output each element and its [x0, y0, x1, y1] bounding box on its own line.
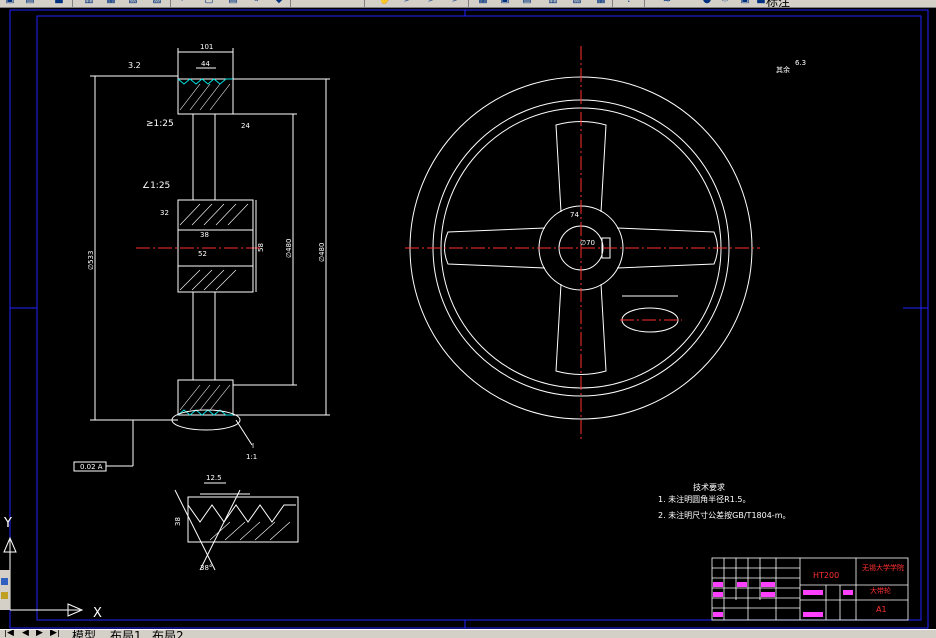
separator: [612, 0, 613, 7]
help-icon[interactable]: ?: [622, 0, 636, 6]
layer-manager-icon[interactable]: ≋: [660, 0, 674, 6]
save-icon[interactable]: ■: [52, 0, 66, 6]
cut-icon[interactable]: ✂: [178, 0, 192, 6]
left-command-strip: [0, 570, 10, 610]
layer-name-label[interactable]: 标注: [766, 0, 790, 7]
taper-2: ∠1:25: [142, 181, 170, 191]
ucs-icon: [3, 536, 84, 617]
title-block-magenta: [713, 582, 853, 617]
calculator-icon[interactable]: ▦: [594, 0, 608, 6]
top-toolbar: ▣ ▤ ■ ▥ ▦ ▧ ▨ ✂ ▢ ▤ ✎ ◆ ↶ ↷ ✋ ⌕ ⌕ ⌕ ▦ ▣ …: [0, 0, 936, 8]
layer-lock-icon[interactable]: ▣: [738, 0, 752, 6]
groove-detail: [174, 482, 299, 571]
separator: [72, 0, 73, 7]
drawing-name: 大带轮: [870, 586, 891, 595]
dim-e: 74: [570, 211, 579, 219]
ucs-y-label: Y: [3, 516, 12, 531]
material: HT200: [813, 571, 839, 580]
drawing-svg[interactable]: 101 44 3.2 ≥1:25 ∠1:25 32 38 52 24 ∅533 …: [0, 8, 936, 629]
dim-dia-big: ∅533: [87, 251, 95, 270]
preview-icon[interactable]: ▦: [104, 0, 118, 6]
dim-rim-width: 101: [200, 43, 213, 51]
match-prop-icon[interactable]: ✎: [248, 0, 262, 6]
section-label: I: [252, 442, 254, 450]
section-scale: 1:1: [246, 453, 257, 461]
markup-icon[interactable]: ▧: [570, 0, 584, 6]
command-icon[interactable]: [1, 578, 8, 585]
dim-f: 24: [241, 122, 250, 130]
taper-1: ≥1:25: [146, 119, 174, 129]
zoom-window-icon[interactable]: ⌕: [424, 0, 438, 6]
dim-dia-small: ∅480: [285, 239, 293, 258]
tech-item-1: 1. 未注明圆角半径R1.5。: [658, 494, 750, 504]
groove-top: [177, 78, 233, 85]
hub-bore-dim: ∅70: [580, 239, 595, 247]
open-file-icon[interactable]: ▤: [23, 0, 37, 6]
separator: [644, 0, 645, 7]
layer-on-icon[interactable]: ●: [700, 0, 714, 6]
tolerance-box: 0.02 A: [80, 463, 103, 471]
sheet-size: A1: [876, 605, 887, 614]
zoom-realtime-icon[interactable]: ⌕: [400, 0, 414, 6]
roughness-main: 3.2: [128, 61, 141, 70]
tech-item-2: 2. 未注明尺寸公差按GB/T1804-m。: [658, 510, 790, 520]
rim-top: [177, 78, 234, 115]
company: 无锡大学学院: [862, 563, 904, 572]
block-icon[interactable]: ◆: [272, 0, 286, 6]
undo-icon[interactable]: ↶: [298, 0, 312, 6]
separator: [290, 0, 291, 7]
roughness-corner: 6.3: [795, 59, 806, 67]
copy-icon[interactable]: ▢: [202, 0, 216, 6]
publish-icon[interactable]: ▧: [126, 0, 140, 6]
outer-frame: [9, 9, 929, 629]
ucs-x-label: X: [93, 606, 102, 621]
pan-icon[interactable]: ✋: [378, 0, 392, 6]
separator: [364, 0, 365, 7]
section-view: [90, 48, 330, 467]
tech-title: 技术要求: [693, 482, 725, 492]
paste-icon[interactable]: ▤: [226, 0, 240, 6]
dim-b: 38: [200, 231, 209, 239]
detail-dim-2: 38: [174, 517, 182, 526]
separator: [468, 0, 469, 7]
new-file-icon[interactable]: ▣: [3, 0, 17, 6]
print-icon[interactable]: ▥: [82, 0, 96, 6]
separator: [170, 0, 171, 7]
dim-c: 52: [198, 250, 207, 258]
plot-icon[interactable]: ▨: [150, 0, 164, 6]
redo-icon[interactable]: ↷: [340, 0, 354, 6]
detail-angle: 38°: [200, 564, 212, 572]
zoom-previous-icon[interactable]: ⌕: [448, 0, 462, 6]
tool-palettes-icon[interactable]: ▤: [520, 0, 534, 6]
inner-frame: [36, 15, 922, 621]
properties-icon[interactable]: ▦: [476, 0, 490, 6]
dim-top: 44: [201, 60, 210, 68]
drawing-canvas[interactable]: 101 44 3.2 ≥1:25 ∠1:25 32 38 52 24 ∅533 …: [0, 8, 936, 629]
dim-d: 58: [257, 243, 265, 252]
properties-icon[interactable]: [1, 592, 8, 599]
layer-freeze-icon[interactable]: ☀: [718, 0, 732, 6]
detail-dim-1: 12.5: [206, 474, 222, 482]
sheet-set-icon[interactable]: ▥: [546, 0, 560, 6]
roughness-corner-prefix: 其余: [776, 65, 790, 74]
design-center-icon[interactable]: ▣: [498, 0, 512, 6]
groove-bottom: [177, 409, 233, 416]
dim-dia-mid: ∅480: [318, 243, 326, 262]
dim-a: 32: [160, 209, 169, 217]
